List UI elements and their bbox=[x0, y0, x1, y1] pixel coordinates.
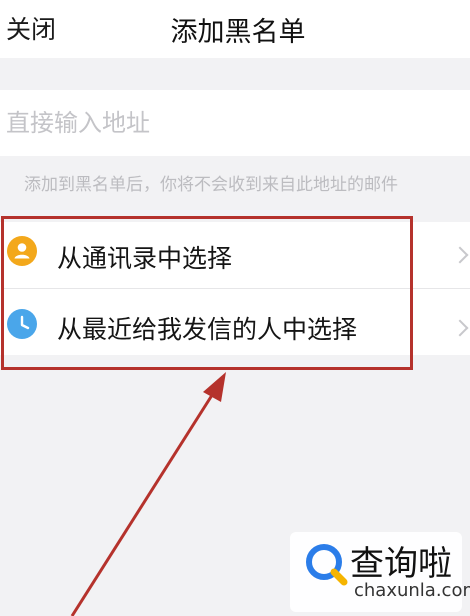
annotation-arrow bbox=[70, 372, 226, 616]
watermark-logo-icon bbox=[306, 544, 348, 586]
watermark-name: 查询啦 bbox=[350, 544, 452, 584]
watermark-domain: chaxunla.com bbox=[354, 580, 470, 601]
watermark: 查询啦 chaxunla.com bbox=[290, 532, 470, 612]
